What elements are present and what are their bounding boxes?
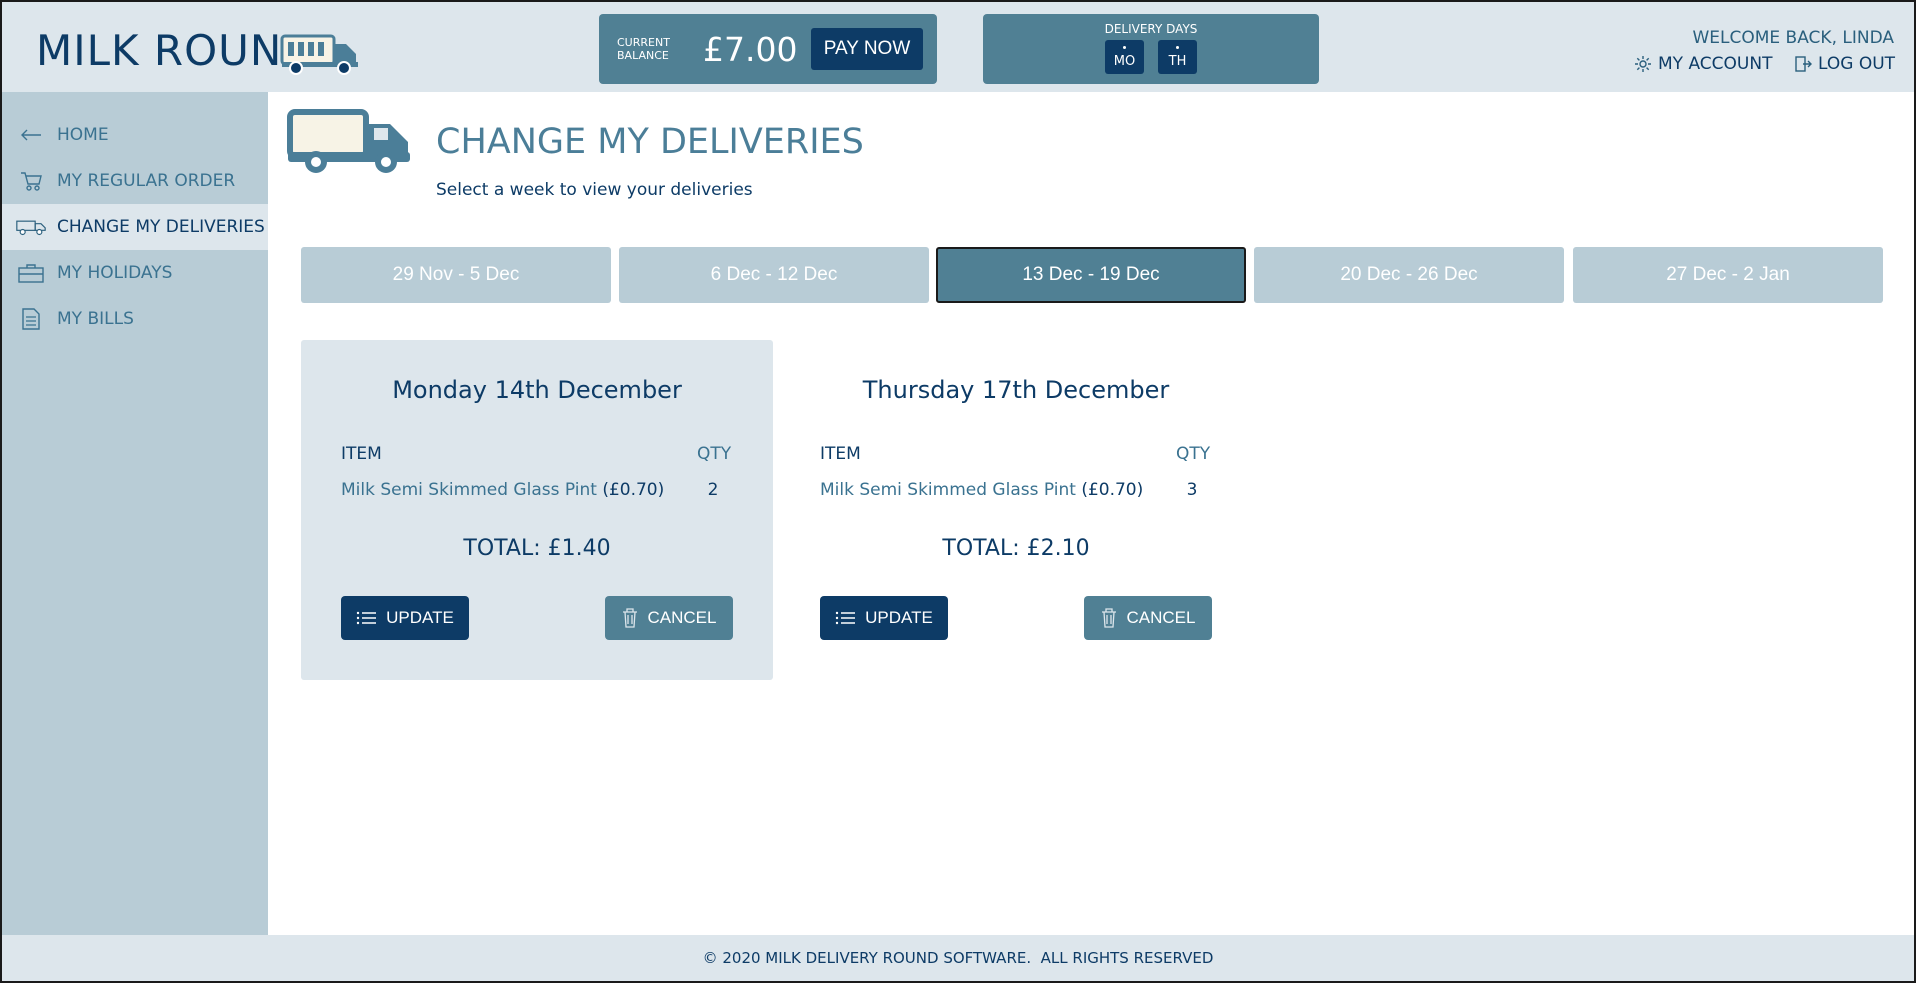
- copyright-text: © 2020 MILK DELIVERY ROUND SOFTWARE. ALL…: [702, 949, 1214, 967]
- qty-column-header: QTY: [1176, 444, 1211, 464]
- week-tab[interactable]: 29 Nov - 5 Dec: [301, 247, 611, 303]
- footer: © 2020 MILK DELIVERY ROUND SOFTWARE. ALL…: [2, 935, 1914, 981]
- delivery-day-chip: TH: [1158, 40, 1197, 74]
- sidebar-item-label: MY HOLIDAYS: [57, 263, 173, 283]
- item-name: Milk Semi Skimmed Glass Pint: [820, 480, 1076, 500]
- sidebar-item-label: HOME: [57, 125, 109, 145]
- balance-label: CURRENT BALANCE: [617, 36, 670, 62]
- welcome-text: WELCOME BACK, LINDA: [1692, 28, 1894, 48]
- log-out-label: LOG OUT: [1818, 54, 1896, 74]
- delivery-card: Monday 14th December ITEM QTY Milk Semi …: [301, 340, 773, 680]
- update-label: UPDATE: [865, 608, 933, 627]
- week-tab-active[interactable]: 13 Dec - 19 Dec: [936, 247, 1246, 303]
- gear-icon: [1635, 56, 1651, 72]
- item-column-header: ITEM: [341, 444, 382, 464]
- my-account-label: MY ACCOUNT: [1658, 54, 1773, 74]
- delivery-days-label: DELIVERY DAYS: [1104, 22, 1198, 36]
- delivery-total: TOTAL: £2.10: [942, 536, 1090, 561]
- delivery-van-icon: [287, 109, 410, 173]
- balance-label-line2: BALANCE: [617, 49, 669, 62]
- list-icon: [356, 611, 377, 625]
- delivery-day-dot: [1123, 46, 1126, 49]
- delivery-card: Thursday 17th December ITEM QTY Milk Sem…: [780, 340, 1252, 680]
- delivery-days-panel: DELIVERY DAYS MO TH: [983, 14, 1319, 84]
- update-button[interactable]: UPDATE: [820, 596, 948, 640]
- sidebar-item-bills[interactable]: MY BILLS: [2, 296, 268, 342]
- item-row: Milk Semi Skimmed Glass Pint (£0.70): [820, 480, 1143, 500]
- cancel-button[interactable]: CANCEL: [605, 596, 733, 640]
- week-tab[interactable]: 6 Dec - 12 Dec: [619, 247, 929, 303]
- item-qty: 2: [707, 480, 719, 500]
- delivery-day-label: MO: [1113, 54, 1136, 69]
- sidebar: HOME MY REGULAR ORDER CHANGE MY DELIVERI…: [2, 92, 268, 935]
- delivery-day-chip: MO: [1105, 40, 1144, 74]
- sidebar-item-change-deliveries[interactable]: CHANGE MY DELIVERIES: [2, 204, 268, 250]
- pay-now-button[interactable]: PAY NOW: [811, 28, 923, 70]
- arrow-left-icon: [16, 122, 46, 148]
- update-button[interactable]: UPDATE: [341, 596, 469, 640]
- suitcase-icon: [16, 260, 46, 286]
- list-icon: [835, 611, 856, 625]
- page-title: CHANGE MY DELIVERIES: [436, 122, 864, 162]
- delivery-date: Monday 14th December: [392, 376, 682, 404]
- log-out-link[interactable]: LOG OUT: [1794, 54, 1895, 74]
- balance-label-line1: CURRENT: [617, 36, 670, 49]
- cart-icon: [16, 168, 46, 194]
- log-out-icon: [1795, 56, 1812, 72]
- update-label: UPDATE: [386, 608, 454, 627]
- sidebar-item-home[interactable]: HOME: [2, 112, 268, 158]
- my-account-link[interactable]: MY ACCOUNT: [1634, 54, 1772, 74]
- week-tab[interactable]: 27 Dec - 2 Jan: [1573, 247, 1883, 303]
- trash-icon: [622, 608, 637, 628]
- sidebar-item-holidays[interactable]: MY HOLIDAYS: [2, 250, 268, 296]
- cancel-label: CANCEL: [647, 608, 717, 627]
- sidebar-item-label: MY REGULAR ORDER: [57, 171, 236, 191]
- balance-panel: CURRENT BALANCE £7.00 PAY NOW: [599, 14, 937, 84]
- qty-column-header: QTY: [697, 444, 732, 464]
- van-icon: [16, 214, 46, 240]
- item-price: (£0.70): [602, 480, 665, 500]
- sidebar-item-label: CHANGE MY DELIVERIES: [57, 217, 265, 237]
- top-header: MILK ROUND CURRENT BALANCE £7.00 PAY NOW…: [2, 2, 1914, 92]
- cancel-button[interactable]: CANCEL: [1084, 596, 1212, 640]
- item-price: (£0.70): [1081, 480, 1144, 500]
- sidebar-item-regular-order[interactable]: MY REGULAR ORDER: [2, 158, 268, 204]
- week-tab[interactable]: 20 Dec - 26 Dec: [1254, 247, 1564, 303]
- app-logo-text[interactable]: MILK ROUND: [36, 26, 316, 75]
- delivery-day-label: TH: [1168, 54, 1187, 69]
- trash-icon: [1101, 608, 1116, 628]
- document-icon: [16, 306, 46, 332]
- item-qty: 3: [1186, 480, 1198, 500]
- delivery-date: Thursday 17th December: [862, 376, 1170, 404]
- sidebar-item-label: MY BILLS: [57, 309, 134, 329]
- item-name: Milk Semi Skimmed Glass Pint: [341, 480, 597, 500]
- delivery-day-dot: [1176, 46, 1179, 49]
- delivery-total: TOTAL: £1.40: [463, 536, 611, 561]
- item-row: Milk Semi Skimmed Glass Pint (£0.70): [341, 480, 664, 500]
- balance-amount: £7.00: [703, 30, 798, 69]
- cancel-label: CANCEL: [1126, 608, 1196, 627]
- item-column-header: ITEM: [820, 444, 861, 464]
- milk-van-logo-icon: [280, 34, 358, 75]
- page-subtitle: Select a week to view your deliveries: [436, 180, 753, 200]
